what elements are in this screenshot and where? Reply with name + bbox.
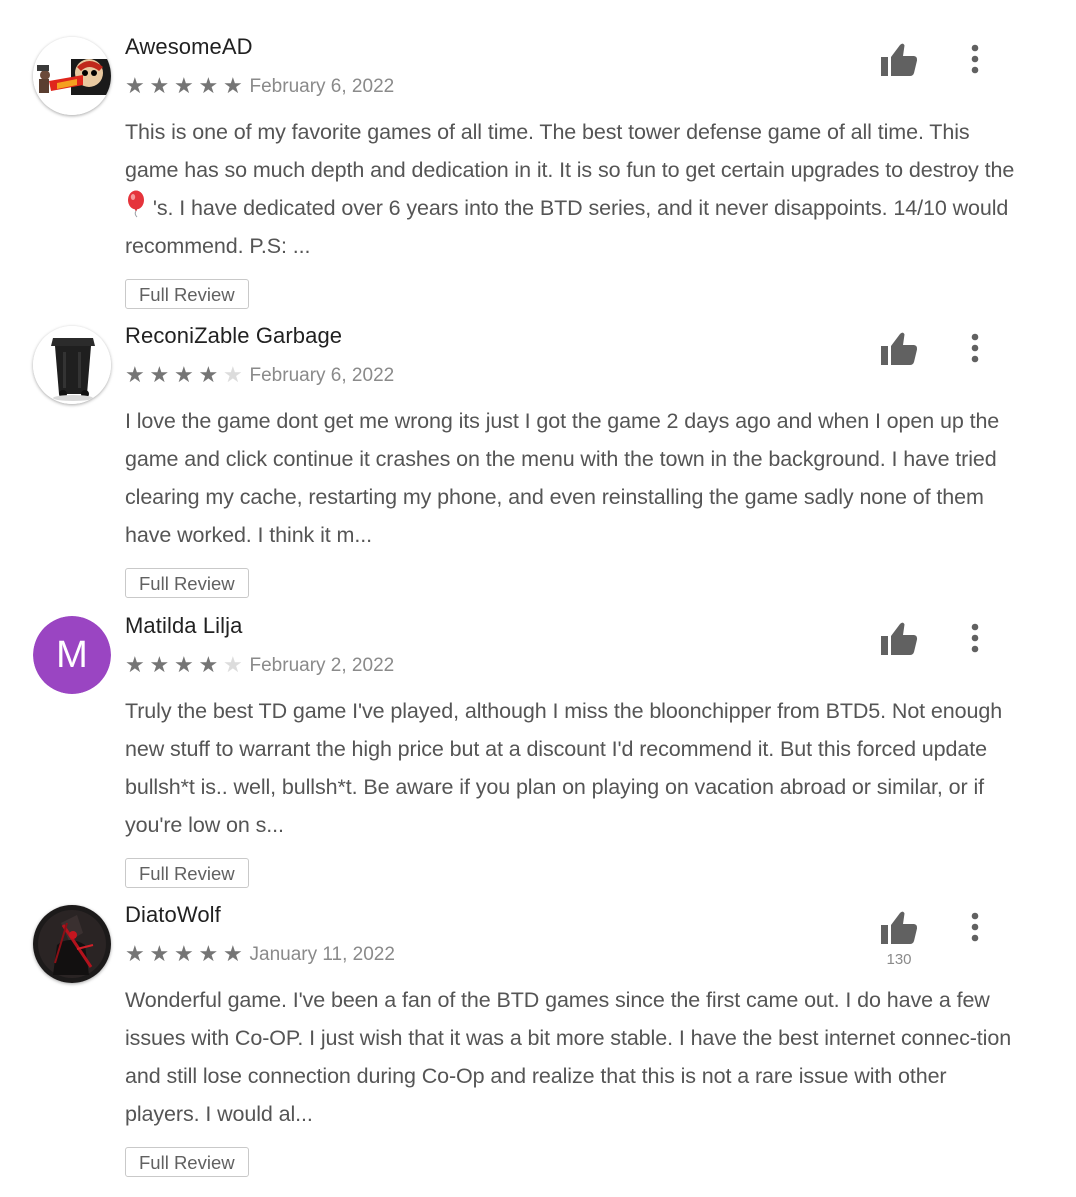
review-card: M Matilda Lilja ★ ★ ★ ★ ★ February 2, 20… <box>0 579 1076 888</box>
rating-row: ★ ★ ★ ★ ★ February 2, 2022 <box>125 653 394 679</box>
star-filled-icon: ★ <box>174 653 194 678</box>
star-filled-icon: ★ <box>174 74 194 99</box>
rating-row: ★ ★ ★ ★ ★ February 6, 2022 <box>125 74 394 100</box>
star-filled-icon: ★ <box>125 942 145 967</box>
full-review-button[interactable]: Full Review <box>125 1147 249 1177</box>
star-filled-icon: ★ <box>198 942 219 967</box>
review-date: January 11, 2022 <box>249 944 395 965</box>
review-date: February 6, 2022 <box>249 365 395 386</box>
star-filled-icon: ★ <box>223 942 243 967</box>
star-filled-icon: ★ <box>125 363 145 388</box>
star-rating: ★ ★ ★ ★ ★ <box>125 944 248 966</box>
review-text: Wonderful game. I've been a fan of the B… <box>125 988 1012 1126</box>
dark-warrior-avatar-icon <box>33 905 111 983</box>
star-rating: ★ ★ ★ ★ ★ <box>125 655 248 677</box>
star-empty-icon: ★ <box>223 363 243 388</box>
star-filled-icon: ★ <box>174 942 194 967</box>
star-filled-icon: ★ <box>149 653 170 678</box>
review-text: This is one of my favorite games of all … <box>125 113 1020 265</box>
thumbs-up-icon[interactable] <box>879 621 919 657</box>
rating-row: ★ ★ ★ ★ ★ January 11, 2022 <box>125 942 395 968</box>
star-rating: ★ ★ ★ ★ ★ <box>125 76 248 98</box>
review-author: ReconiZable Garbage <box>125 323 343 348</box>
avatar[interactable] <box>33 37 111 115</box>
star-filled-icon: ★ <box>149 74 170 99</box>
star-filled-icon: ★ <box>149 942 170 967</box>
review-card: AwesomeAD ★ ★ ★ ★ ★ February 6, 2022 Thi… <box>0 0 1076 309</box>
star-empty-icon: ★ <box>223 653 243 678</box>
avatar[interactable]: M <box>33 616 111 694</box>
star-filled-icon: ★ <box>174 363 194 388</box>
more-options-icon[interactable] <box>964 623 986 653</box>
review-text: Truly the best TD game I've played, alth… <box>125 699 1003 837</box>
star-filled-icon: ★ <box>223 74 243 99</box>
thumbs-up-icon[interactable] <box>879 42 919 78</box>
review-date: February 6, 2022 <box>249 76 395 97</box>
review-card: ReconiZable Garbage ★ ★ ★ ★ ★ February 6… <box>0 289 1076 598</box>
star-filled-icon: ★ <box>198 653 219 678</box>
review-text: I love the game dont get me wrong its ju… <box>125 409 1000 547</box>
star-filled-icon: ★ <box>125 653 145 678</box>
review-date: February 2, 2022 <box>249 655 395 676</box>
rating-row: ★ ★ ★ ★ ★ February 6, 2022 <box>125 363 394 389</box>
avatar-letter: M <box>33 616 111 694</box>
star-filled-icon: ★ <box>198 363 219 388</box>
garbage-bin-avatar-icon <box>33 326 111 404</box>
review-author: AwesomeAD <box>125 34 253 59</box>
star-filled-icon: ★ <box>149 363 170 388</box>
review-author: DiatoWolf <box>125 902 221 927</box>
review-card: DiatoWolf ★ ★ ★ ★ ★ January 11, 2022 Won… <box>0 868 1076 1177</box>
review-author: Matilda Lilja <box>125 613 243 638</box>
balloon-icon <box>128 190 144 218</box>
star-rating: ★ ★ ★ ★ ★ <box>125 365 248 387</box>
more-options-icon[interactable] <box>964 912 986 942</box>
star-filled-icon: ★ <box>125 74 145 99</box>
more-options-icon[interactable] <box>964 44 986 74</box>
avatar[interactable] <box>33 905 111 983</box>
more-options-icon[interactable] <box>964 333 986 363</box>
thumbs-up-icon[interactable] <box>879 910 919 946</box>
review-text-part: This is one of my favorite games of all … <box>125 120 1015 182</box>
avatar[interactable] <box>33 326 111 404</box>
cartoon-character-avatar-icon <box>33 37 111 115</box>
thumbs-up-icon[interactable] <box>879 331 919 367</box>
helpful-count: 130 <box>886 951 912 968</box>
review-text-part: 's. I have dedicated over 6 years into t… <box>125 196 1009 258</box>
star-filled-icon: ★ <box>198 74 219 99</box>
